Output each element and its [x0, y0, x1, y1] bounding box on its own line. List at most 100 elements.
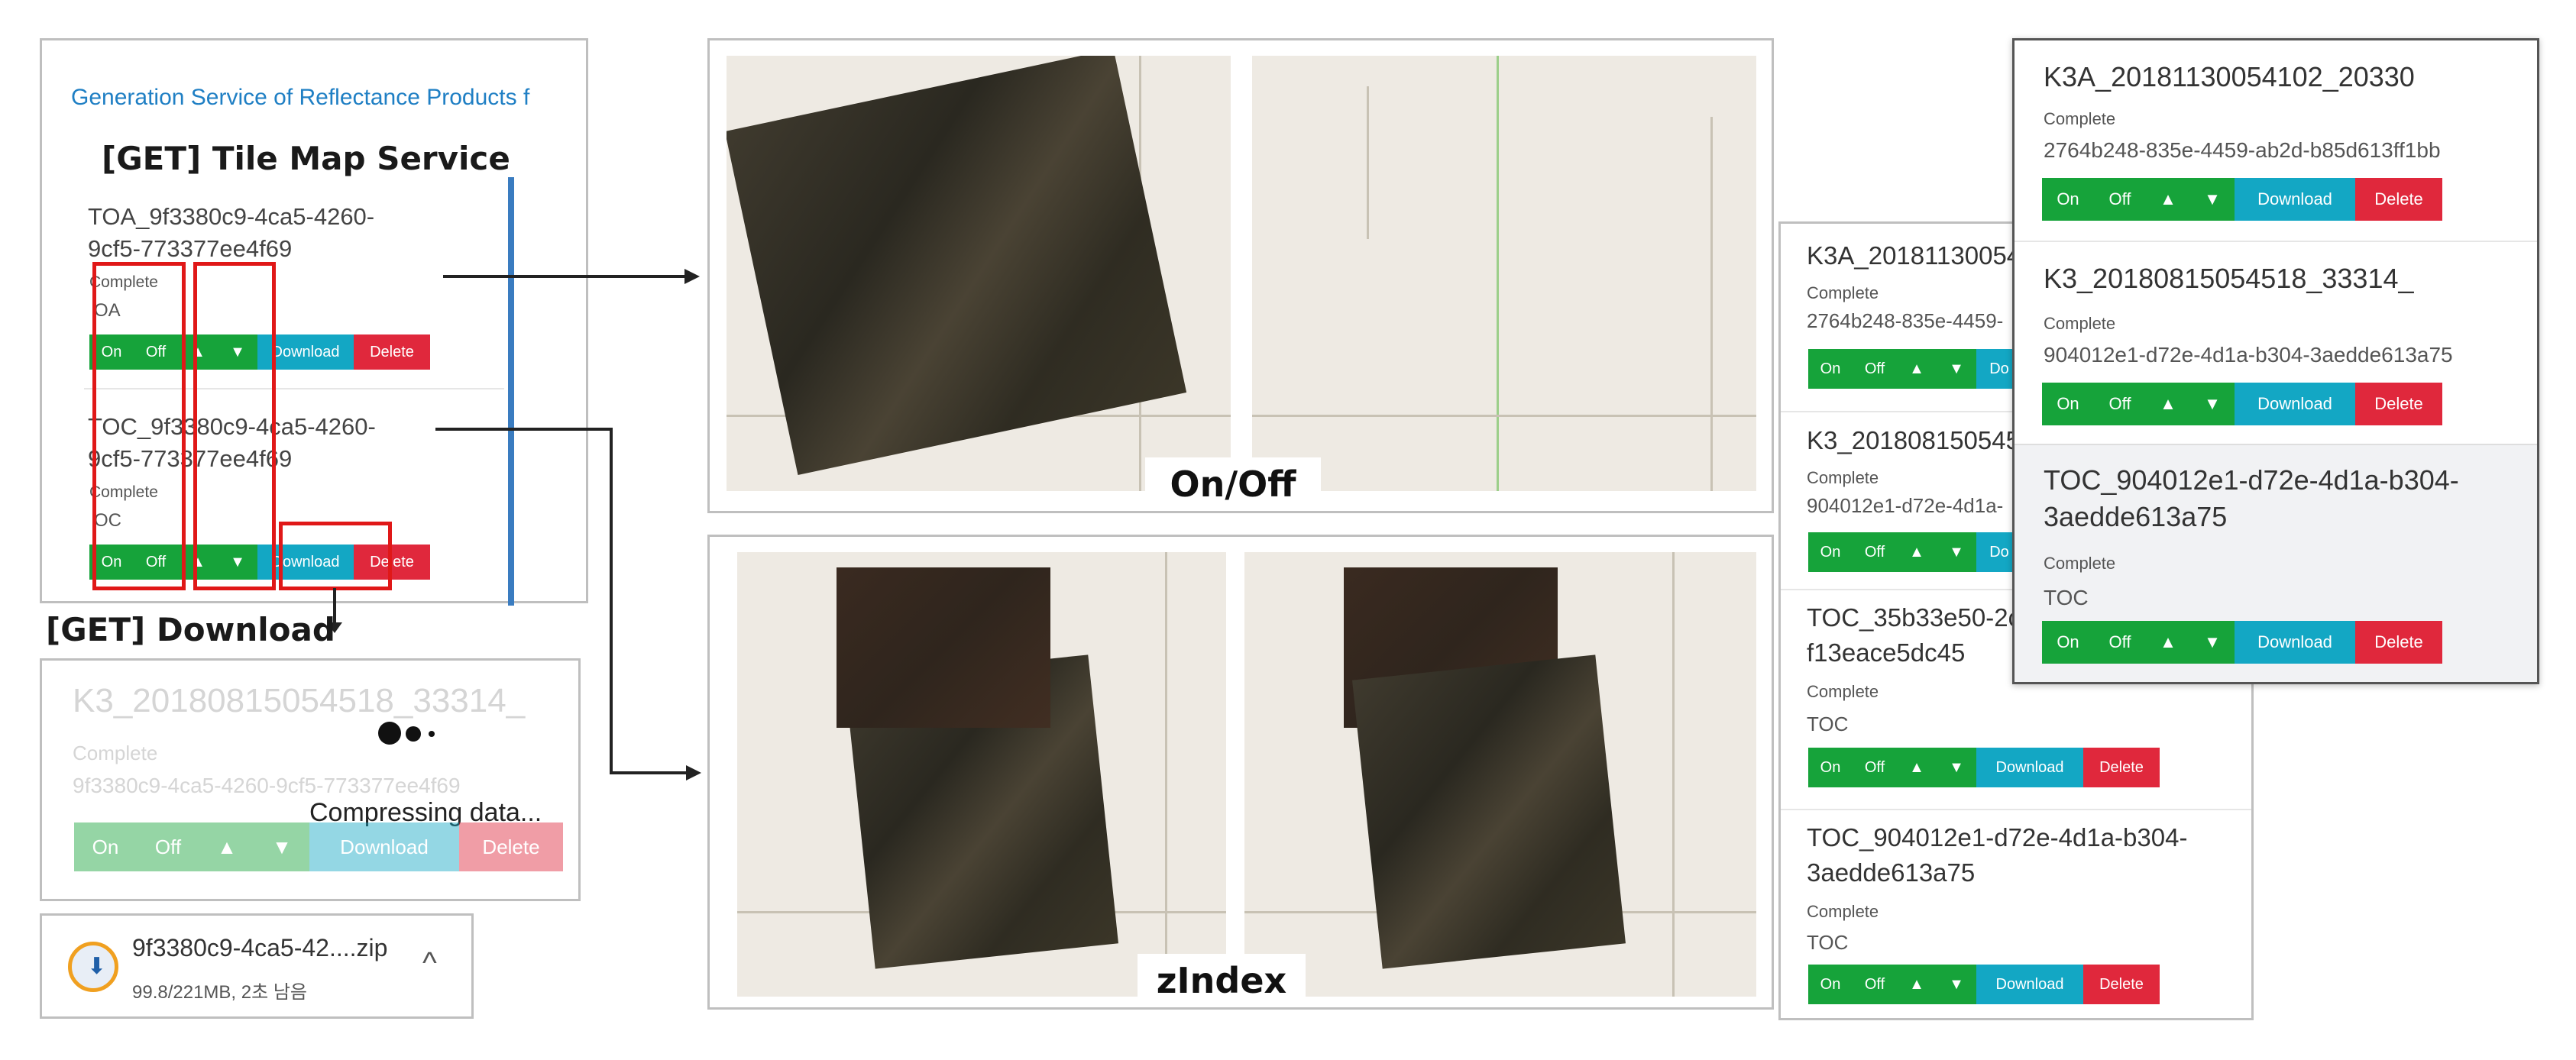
- on-button[interactable]: On: [74, 822, 137, 871]
- on-button[interactable]: On: [2042, 383, 2094, 425]
- delete-button[interactable]: Delete: [354, 334, 430, 370]
- move-down-button[interactable]: ▼: [1937, 349, 1976, 389]
- on-button[interactable]: On: [1808, 349, 1853, 389]
- connector-line: [610, 428, 613, 773]
- layer-item-name: TOA_9f3380c9-4ca5-4260-9cf5-773377ee4f69: [88, 203, 375, 262]
- off-button[interactable]: Off: [137, 822, 199, 871]
- zindex-caption: zIndex: [1138, 954, 1306, 1007]
- layer-title: K3_20180815054518_33314_: [2044, 263, 2414, 294]
- delete-button[interactable]: Delete: [2083, 748, 2160, 787]
- move-up-button[interactable]: ▲: [199, 822, 254, 871]
- delete-button[interactable]: Delete: [2355, 621, 2442, 664]
- download-card-title: K3_20180815054518_33314_: [73, 682, 526, 719]
- layer-status: Complete: [1807, 902, 1879, 921]
- layer-title-continued: 3aedde613a75: [1807, 858, 1976, 887]
- download-button[interactable]: Download: [309, 822, 459, 871]
- order-highlight-box: [193, 262, 276, 590]
- layer-button-group: On Off ▲ ▼ Download Delete: [1808, 965, 2190, 1004]
- loading-dot: [429, 731, 435, 737]
- satellite-image-layer-top: [1352, 654, 1626, 969]
- move-down-button[interactable]: ▼: [1937, 965, 1976, 1004]
- move-up-button[interactable]: ▲: [2146, 178, 2190, 221]
- service-header: Generation Service of Reflectance Produc…: [71, 85, 530, 110]
- download-card-status: Complete: [73, 742, 158, 764]
- off-button[interactable]: Off: [2094, 621, 2146, 664]
- move-up-button[interactable]: ▲: [2146, 383, 2190, 425]
- delete-button[interactable]: Delete: [2355, 383, 2442, 425]
- delete-button[interactable]: Delete: [2355, 178, 2442, 221]
- map-with-layer[interactable]: [727, 56, 1231, 491]
- layer-id: 2764b248-835e-4459-ab2d-b85d613ff1bb: [2044, 138, 2441, 162]
- layer-button-group: On Off ▲ ▼ Do: [1808, 349, 2022, 389]
- download-label: [GET] Download: [46, 611, 335, 648]
- download-card-buttons: On Off ▲ ▼ Download Delete: [74, 822, 563, 871]
- on-button[interactable]: On: [1808, 965, 1853, 1004]
- off-button[interactable]: Off: [1853, 748, 1897, 787]
- map-zindex-b[interactable]: [1244, 552, 1756, 997]
- on-button[interactable]: On: [1808, 532, 1853, 572]
- map-without-layer[interactable]: [1252, 56, 1756, 491]
- download-button[interactable]: Download: [2235, 178, 2355, 221]
- on-button[interactable]: On: [1808, 748, 1853, 787]
- tile-map-service-label: [GET] Tile Map Service: [95, 140, 516, 177]
- layer-status: Complete: [2044, 109, 2116, 128]
- move-down-button[interactable]: ▼: [254, 822, 309, 871]
- download-button[interactable]: Download: [1976, 748, 2083, 787]
- move-up-button[interactable]: ▲: [1897, 965, 1937, 1004]
- layer-status: Complete: [1807, 682, 1879, 701]
- layer-id: 2764b248-835e-4459-: [1807, 309, 2004, 332]
- off-button[interactable]: Off: [1853, 965, 1897, 1004]
- move-down-button[interactable]: ▼: [1937, 748, 1976, 787]
- download-progress-icon-glyph: ⬇: [87, 954, 107, 979]
- layer-button-group: On Off ▲ ▼ Download Delete: [2042, 178, 2470, 221]
- layer-title-continued: f13eace5dc45: [1807, 638, 1966, 667]
- map-zindex-a[interactable]: [737, 552, 1226, 997]
- layer-type: TOC: [2044, 586, 2089, 609]
- download-card: K3_20180815054518_33314_ Complete 9f3380…: [40, 658, 581, 901]
- move-down-button[interactable]: ▼: [2190, 383, 2235, 425]
- move-up-button[interactable]: ▲: [2146, 621, 2190, 664]
- move-down-button[interactable]: ▼: [2190, 178, 2235, 221]
- download-button[interactable]: Download: [1976, 965, 2083, 1004]
- move-up-button[interactable]: ▲: [1897, 532, 1937, 572]
- browser-download-bar[interactable]: ⬇ 9f3380c9-4ca5-42....zip 99.8/221MB, 2초…: [40, 913, 474, 1019]
- layer-title: TOC_904012e1-d72e-4d1a-b304-: [1807, 823, 2188, 852]
- move-down-button[interactable]: ▼: [1937, 532, 1976, 572]
- layer-title: K3_201808150545: [1807, 426, 2020, 454]
- layer-status: Complete: [2044, 314, 2116, 333]
- layer-title-continued: 3aedde613a75: [2044, 501, 2228, 532]
- layer-title: TOC_35b33e50-2c: [1807, 603, 2021, 632]
- download-card-id: 9f3380c9-4ca5-4260-9cf5-773377ee4f69: [73, 774, 461, 797]
- item-separator: [2015, 241, 2537, 242]
- move-up-button[interactable]: ▲: [1897, 349, 1937, 389]
- layer-title: K3A_20181130054: [1807, 241, 2021, 270]
- layer-button-group: On Off ▲ ▼ Download Delete: [2042, 621, 2470, 664]
- delete-button[interactable]: Delete: [459, 822, 563, 871]
- satellite-image-layer-top: [837, 567, 1050, 728]
- on-off-highlight-box: [92, 262, 186, 590]
- download-button[interactable]: Download: [2235, 621, 2355, 664]
- on-off-caption: On/Off: [1145, 457, 1321, 511]
- off-button[interactable]: Off: [2094, 383, 2146, 425]
- move-up-button[interactable]: ▲: [1897, 748, 1937, 787]
- layer-button-group: On Off ▲ ▼ Download Delete: [2042, 383, 2470, 425]
- on-off-map-frame: On/Off: [707, 38, 1774, 513]
- layer-button-group: On Off ▲ ▼ Do: [1808, 532, 2022, 572]
- layer-list-panel-front: K3A_20181130054102_20330 Complete 2764b2…: [2012, 38, 2539, 684]
- connector-arrow-head: [686, 765, 701, 780]
- delete-button[interactable]: Delete: [2083, 965, 2160, 1004]
- off-button[interactable]: Off: [1853, 349, 1897, 389]
- chevron-up-icon[interactable]: ^: [422, 946, 437, 981]
- on-button[interactable]: On: [2042, 621, 2094, 664]
- layer-type: TOC: [1807, 713, 1849, 735]
- layer-status: Complete: [1807, 468, 1879, 487]
- off-button[interactable]: Off: [1853, 532, 1897, 572]
- download-button[interactable]: Download: [2235, 383, 2355, 425]
- on-button[interactable]: On: [2042, 178, 2094, 221]
- layer-title: K3A_20181130054102_20330: [2044, 61, 2415, 92]
- connector-line: [610, 771, 689, 774]
- layer-item-highlighted[interactable]: TOC_904012e1-d72e-4d1a-b304- 3aedde613a7…: [2015, 444, 2537, 682]
- layer-button-group: On Off ▲ ▼ Download Delete: [1808, 748, 2190, 787]
- move-down-button[interactable]: ▼: [2190, 621, 2235, 664]
- off-button[interactable]: Off: [2094, 178, 2146, 221]
